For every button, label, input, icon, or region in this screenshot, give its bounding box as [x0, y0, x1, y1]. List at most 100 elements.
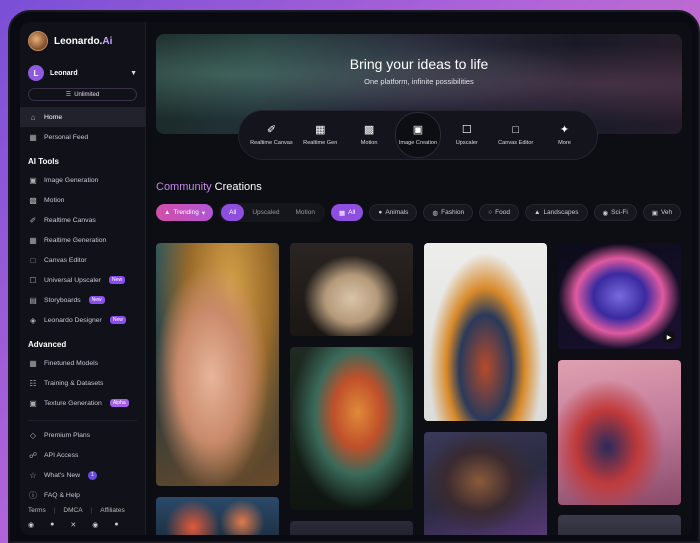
nav-api-access[interactable]: ☍ API Access — [20, 445, 145, 465]
nav-faq-help[interactable]: ⓘ FAQ & Help — [20, 485, 145, 505]
gallery-image[interactable] — [558, 515, 681, 535]
tool-motion[interactable]: ▩ Motion — [346, 124, 392, 146]
nav-realtime-canvas[interactable]: ✐ Realtime Canvas — [20, 210, 145, 230]
type-tab-motion[interactable]: Motion — [287, 204, 323, 221]
designer-icon: ◈ — [29, 315, 37, 325]
gallery-image[interactable] — [290, 521, 413, 535]
sparkle-icon: ✦ — [559, 124, 570, 136]
chevron-down-icon: ▾ — [201, 209, 206, 217]
grid-icon: ▦ — [29, 235, 37, 245]
play-icon[interactable]: ▶ — [663, 331, 675, 343]
upscale-icon: ☐ — [461, 124, 472, 136]
model-icon: ▦ — [29, 358, 37, 368]
animals-icon: ● — [378, 209, 383, 216]
tool-canvas-editor[interactable]: □ Canvas Editor — [493, 124, 539, 146]
storyboard-icon: ▤ — [29, 295, 37, 305]
home-icon: ⌂ — [30, 112, 36, 122]
new-badge: New — [88, 296, 105, 304]
plan-icon: ☰ — [65, 92, 72, 98]
whats-new-count: 1 — [88, 470, 98, 480]
gallery-image[interactable]: ▶ — [558, 243, 681, 349]
fashion-icon: ◍ — [432, 209, 439, 217]
brush-icon: ✐ — [266, 124, 277, 136]
new-badge: New — [109, 316, 126, 324]
category-animals[interactable]: ● Animals — [369, 204, 418, 221]
gallery-image[interactable] — [290, 243, 413, 336]
all-icon: ▦ — [338, 209, 346, 217]
nav-realtime-generation[interactable]: ▦ Realtime Generation — [20, 230, 145, 250]
gallery-image[interactable] — [156, 243, 279, 486]
nav: ⌂ Home ▦ Personal Feed — [20, 101, 145, 147]
flame-icon: ▲ — [164, 209, 171, 216]
canvas-icon: □ — [512, 124, 519, 136]
type-tab-upscaled[interactable]: Upscaled — [244, 204, 287, 221]
hero-title: Bring your ideas to life — [349, 56, 489, 72]
section-advanced: Advanced — [28, 340, 67, 349]
reddit-icon[interactable]: ● — [50, 521, 54, 529]
facebook-icon[interactable]: ◉ — [92, 521, 98, 529]
tool-realtime-gen[interactable]: ▦ Realtime Gen — [297, 124, 343, 146]
tool-realtime-canvas[interactable]: ✐ Realtime Canvas — [248, 124, 294, 146]
nav-image-generation[interactable]: ▣ Image Generation — [20, 170, 145, 190]
affiliates-link[interactable]: Affiliates — [100, 507, 124, 514]
gallery-image[interactable] — [558, 360, 681, 505]
gallery-image[interactable] — [424, 243, 547, 421]
tool-bar: ✐ Realtime Canvas ▦ Realtime Gen ▩ Motion ▣… — [238, 110, 598, 160]
category-landscapes[interactable]: ▲ Landscapes — [525, 204, 588, 221]
terms-link[interactable]: Terms — [28, 507, 46, 514]
nav-texture-generation[interactable]: ▣ Texture Generation Alpha — [20, 393, 145, 413]
alpha-badge: Alpha — [109, 399, 129, 407]
type-tab-all[interactable]: All — [221, 204, 245, 221]
x-icon[interactable]: ✕ — [70, 521, 76, 529]
main-content: Bring your ideas to life One platform, i… — [146, 22, 692, 535]
filter-bar: ▲ Trending ▾ All Upscaled Motion ▦ All ● Ani… — [156, 203, 682, 222]
user-menu[interactable]: L Leonard ▼ — [20, 52, 145, 84]
nav-leonardo-designer[interactable]: ◈ Leonardo Designer New — [20, 310, 145, 330]
gallery-image[interactable] — [290, 347, 413, 510]
landscape-icon: ▲ — [534, 209, 541, 216]
brand[interactable]: Leonardo.Ai — [20, 22, 145, 52]
category-sci-fi[interactable]: ◉ Sci-Fi — [593, 204, 637, 221]
grid-icon: ▦ — [315, 124, 326, 136]
nav-premium-plans[interactable]: ◇ Premium Plans — [20, 425, 145, 445]
gallery-image[interactable] — [424, 432, 547, 535]
nav-universal-upscaler[interactable]: ☐ Universal Upscaler New — [20, 270, 145, 290]
texture-icon: ▣ — [29, 398, 37, 408]
nav-home[interactable]: ⌂ Home — [20, 107, 145, 127]
gallery-image[interactable] — [156, 497, 279, 535]
nav-personal-feed[interactable]: ▦ Personal Feed — [20, 127, 145, 147]
nav-whats-new[interactable]: ☆ What's New 1 — [20, 465, 145, 485]
brush-icon: ✐ — [29, 215, 37, 225]
category-all[interactable]: ▦ All — [330, 204, 364, 221]
category-vehicles[interactable]: ▣ Veh — [642, 204, 682, 221]
nav-canvas-editor[interactable]: □ Canvas Editor — [20, 250, 145, 270]
nav-storyboards[interactable]: ▤ Storyboards New — [20, 290, 145, 310]
hero-subtitle: One platform, infinite possibilities — [364, 77, 474, 86]
plan-label: Unlimited — [74, 91, 100, 98]
user-name: Leonard — [50, 69, 78, 77]
film-icon: ▩ — [363, 124, 375, 136]
nav-training-datasets[interactable]: ☷ Training & Datasets — [20, 373, 145, 393]
trending-dropdown[interactable]: ▲ Trending ▾ — [156, 204, 214, 221]
device-frame: Leonardo.Ai L Leonard ▼ ☰ Unlimited ⌂ Ho… — [8, 10, 700, 543]
bell-icon: ☆ — [29, 470, 37, 480]
feed-icon: ▦ — [29, 132, 37, 142]
category-fashion[interactable]: ◍ Fashion — [423, 204, 474, 221]
tool-upscaler[interactable]: ☐ Upscaler — [444, 124, 490, 146]
film-icon: ▩ — [29, 195, 37, 205]
sidebar-divider — [28, 413, 137, 421]
nav-motion[interactable]: ▩ Motion — [20, 190, 145, 210]
tool-more[interactable]: ✦ More — [541, 124, 587, 146]
dmca-link[interactable]: DMCA — [63, 507, 82, 514]
discord-icon[interactable]: ◉ — [28, 521, 34, 529]
vehicle-icon: ▣ — [651, 209, 658, 217]
brand-logo — [28, 31, 48, 51]
category-food[interactable]: ○ Food — [479, 204, 519, 221]
upscale-icon: ☐ — [29, 275, 37, 285]
nav-finetuned-models[interactable]: ▦ Finetuned Models — [20, 353, 145, 373]
footer-links: Terms | DMCA | Affiliates — [28, 507, 125, 514]
canvas-icon: □ — [30, 255, 36, 265]
plan-badge[interactable]: ☰ Unlimited — [28, 88, 137, 101]
apple-icon[interactable]: ● — [114, 521, 118, 529]
tool-image-creation[interactable]: ▣ Image Creation — [394, 112, 441, 158]
